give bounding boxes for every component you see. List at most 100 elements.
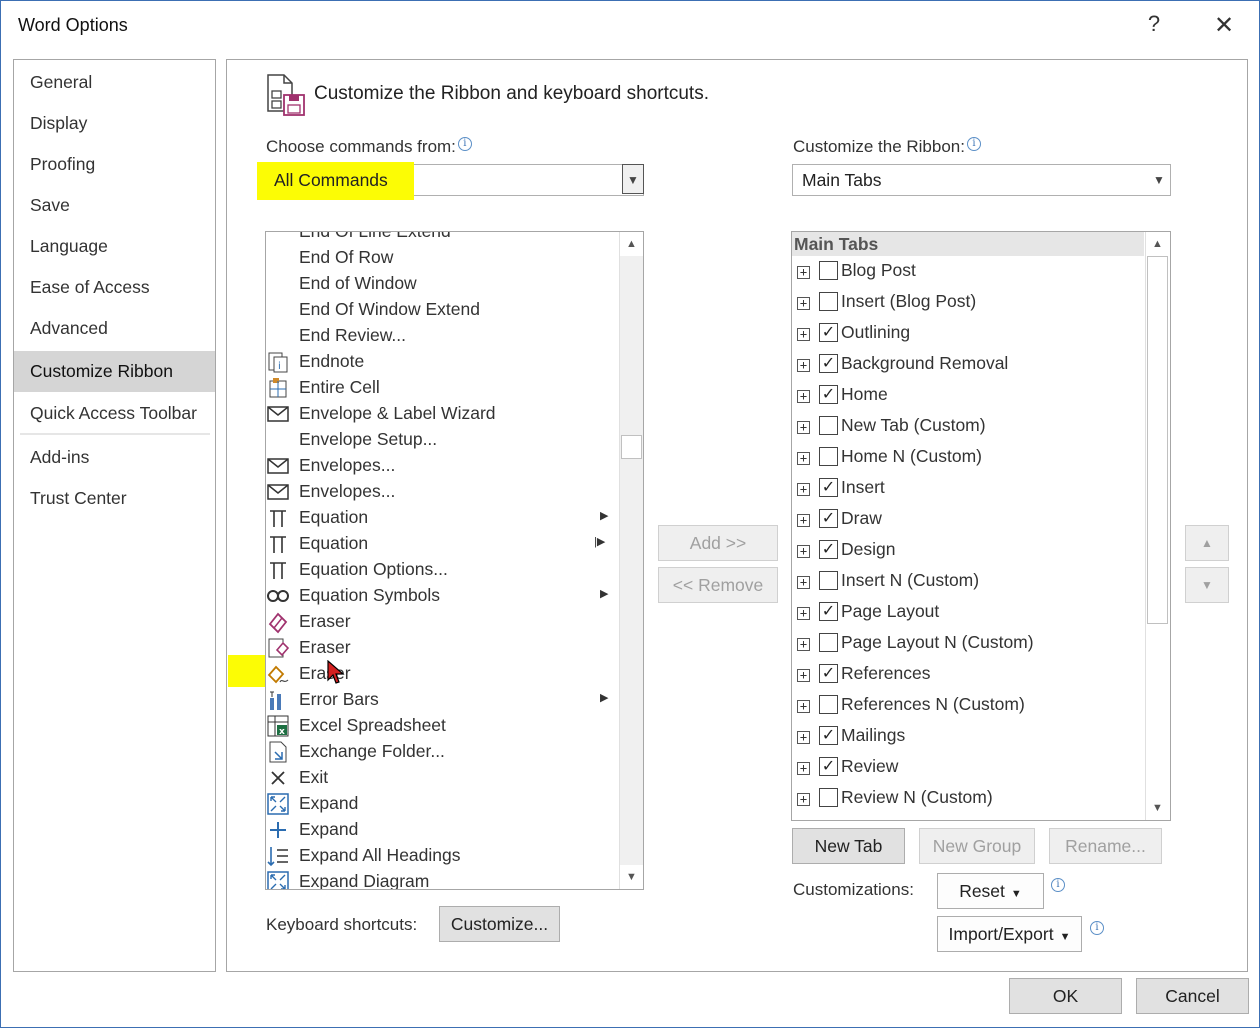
move-up-button[interactable]: ▲ <box>1185 525 1229 561</box>
ribbon-tab-item[interactable]: + Review N (Custom) <box>792 785 1137 816</box>
ribbon-tab-item[interactable]: + Insert N (Custom) <box>792 568 1137 599</box>
expand-plus-icon[interactable]: + <box>797 483 810 496</box>
nav-item-quick-access-toolbar[interactable]: Quick Access Toolbar <box>14 393 215 434</box>
command-list-item[interactable]: Envelopes... <box>266 479 616 505</box>
cancel-button[interactable]: Cancel <box>1136 978 1249 1014</box>
ribbon-tab-item[interactable]: + ✓ Review <box>792 754 1137 785</box>
command-list-item[interactable]: Equation |▶ <box>266 531 616 557</box>
tab-checkbox[interactable]: ✓ <box>819 757 838 776</box>
remove-button[interactable]: << Remove <box>658 567 778 603</box>
expand-plus-icon[interactable]: + <box>797 514 810 527</box>
tab-checkbox[interactable] <box>819 261 838 280</box>
command-list-item[interactable]: Expand <box>266 817 616 843</box>
add-button[interactable]: Add >> <box>658 525 778 561</box>
tab-checkbox[interactable] <box>819 633 838 652</box>
tab-checkbox[interactable] <box>819 292 838 311</box>
nav-item-ease-of-access[interactable]: Ease of Access <box>14 267 215 308</box>
expand-plus-icon[interactable]: + <box>797 421 810 434</box>
ribbon-tab-item[interactable]: + Blog Post <box>792 258 1137 289</box>
command-list-item[interactable]: i Endnote <box>266 349 616 375</box>
tab-checkbox[interactable]: ✓ <box>819 540 838 559</box>
new-tab-button[interactable]: New Tab <box>792 828 905 864</box>
tab-checkbox[interactable] <box>819 695 838 714</box>
command-list-item[interactable]: Entire Cell <box>266 375 616 401</box>
ribbon-tab-item[interactable]: + ✓ Mailings <box>792 723 1137 754</box>
ribbon-tab-item[interactable]: + ✓ Outlining <box>792 320 1137 351</box>
ribbon-tab-item[interactable]: + ✓ Page Layout <box>792 599 1137 630</box>
command-list-item[interactable]: Expand All Headings <box>266 843 616 869</box>
close-button[interactable]: ✕ <box>1209 11 1239 40</box>
command-list-item[interactable]: Equation Symbols ▶ <box>266 583 616 609</box>
ribbon-tab-item[interactable]: + References N (Custom) <box>792 692 1137 723</box>
info-icon[interactable]: i <box>966 137 981 151</box>
new-group-button[interactable]: New Group <box>919 828 1035 864</box>
tab-checkbox[interactable]: ✓ <box>819 726 838 745</box>
scroll-thumb[interactable] <box>621 435 642 459</box>
command-list-item[interactable]: Equation Options... <box>266 557 616 583</box>
expand-plus-icon[interactable]: + <box>797 545 810 558</box>
command-list-item[interactable]: Envelope Setup... <box>266 427 616 453</box>
ribbon-tab-item[interactable]: + Page Layout N (Custom) <box>792 630 1137 661</box>
ribbon-tab-item[interactable]: + ✓ Home <box>792 382 1137 413</box>
tab-checkbox[interactable] <box>819 447 838 466</box>
expand-plus-icon[interactable]: + <box>797 762 810 775</box>
command-list-item[interactable]: End Of Row <box>266 245 616 271</box>
command-list-item[interactable]: Eraser <box>266 661 616 687</box>
info-icon[interactable]: i <box>457 137 472 151</box>
chevron-down-icon[interactable]: ▼ <box>622 164 644 194</box>
expand-plus-icon[interactable]: + <box>797 390 810 403</box>
expand-plus-icon[interactable]: + <box>797 452 810 465</box>
command-list-item[interactable]: Exchange Folder... <box>266 739 616 765</box>
tab-checkbox[interactable]: ✓ <box>819 664 838 683</box>
ribbon-tab-item[interactable]: + ✓ Design <box>792 537 1137 568</box>
commands-listbox[interactable]: End Of Line Extend End Of Row End of Windo… <box>265 231 644 890</box>
ribbon-tab-item[interactable]: + ✓ Insert <box>792 475 1137 506</box>
expand-plus-icon[interactable]: + <box>797 669 810 682</box>
customize-ribbon-dropdown[interactable]: Main Tabs ▼ <box>792 164 1171 196</box>
ok-button[interactable]: OK <box>1009 978 1122 1014</box>
expand-plus-icon[interactable]: + <box>797 607 810 620</box>
chevron-down-icon[interactable]: ▼ <box>1148 165 1170 195</box>
expand-plus-icon[interactable]: + <box>797 576 810 589</box>
command-list-item[interactable]: Eraser <box>266 635 616 661</box>
ribbon-tab-item[interactable]: + ✓ Background Removal <box>792 351 1137 382</box>
scroll-thumb[interactable] <box>1147 256 1168 624</box>
command-list-item[interactable]: End Review... <box>266 323 616 349</box>
rename-button[interactable]: Rename... <box>1049 828 1162 864</box>
reset-button[interactable]: Reset ▼ <box>937 873 1044 909</box>
command-list-item[interactable]: End of Window <box>266 271 616 297</box>
tab-checkbox[interactable] <box>819 788 838 807</box>
expand-plus-icon[interactable]: + <box>797 297 810 310</box>
command-list-item[interactable]: End Of Line Extend <box>266 232 616 245</box>
move-down-button[interactable]: ▼ <box>1185 567 1229 603</box>
nav-item-trust-center[interactable]: Trust Center <box>14 478 215 519</box>
commands-scrollbar[interactable]: ▲ ▼ <box>619 232 643 889</box>
command-list-item[interactable]: Envelopes... <box>266 453 616 479</box>
command-list-item[interactable]: Eraser <box>266 609 616 635</box>
ribbon-tab-item[interactable]: + Home N (Custom) <box>792 444 1137 475</box>
scroll-down-icon[interactable]: ▼ <box>620 865 643 889</box>
ribbon-tab-item[interactable]: + New Tab (Custom) <box>792 413 1137 444</box>
nav-item-language[interactable]: Language <box>14 226 215 267</box>
ribbon-tab-item[interactable]: + ✓ Draw <box>792 506 1137 537</box>
info-icon[interactable]: i <box>1051 878 1065 892</box>
tab-checkbox[interactable]: ✓ <box>819 354 838 373</box>
nav-item-display[interactable]: Display <box>14 103 215 144</box>
command-list-item[interactable]: End Of Window Extend <box>266 297 616 323</box>
nav-item-general[interactable]: General <box>14 62 215 103</box>
scroll-up-icon[interactable]: ▲ <box>1146 232 1169 256</box>
expand-plus-icon[interactable]: + <box>797 359 810 372</box>
tab-checkbox[interactable]: ✓ <box>819 385 838 404</box>
info-icon[interactable]: i <box>1090 921 1104 935</box>
command-list-item[interactable]: Expand <box>266 791 616 817</box>
expand-plus-icon[interactable]: + <box>797 638 810 651</box>
command-list-item[interactable]: Expand Diagram <box>266 869 616 889</box>
expand-plus-icon[interactable]: + <box>797 793 810 806</box>
scroll-down-icon[interactable]: ▼ <box>1146 796 1169 820</box>
nav-item-proofing[interactable]: Proofing <box>14 144 215 185</box>
expand-plus-icon[interactable]: + <box>797 266 810 279</box>
nav-item-customize-ribbon[interactable]: Customize Ribbon <box>14 351 215 392</box>
tab-checkbox[interactable] <box>819 571 838 590</box>
ribbon-tab-item[interactable]: + ✓ References <box>792 661 1137 692</box>
help-button[interactable]: ? <box>1139 11 1169 37</box>
